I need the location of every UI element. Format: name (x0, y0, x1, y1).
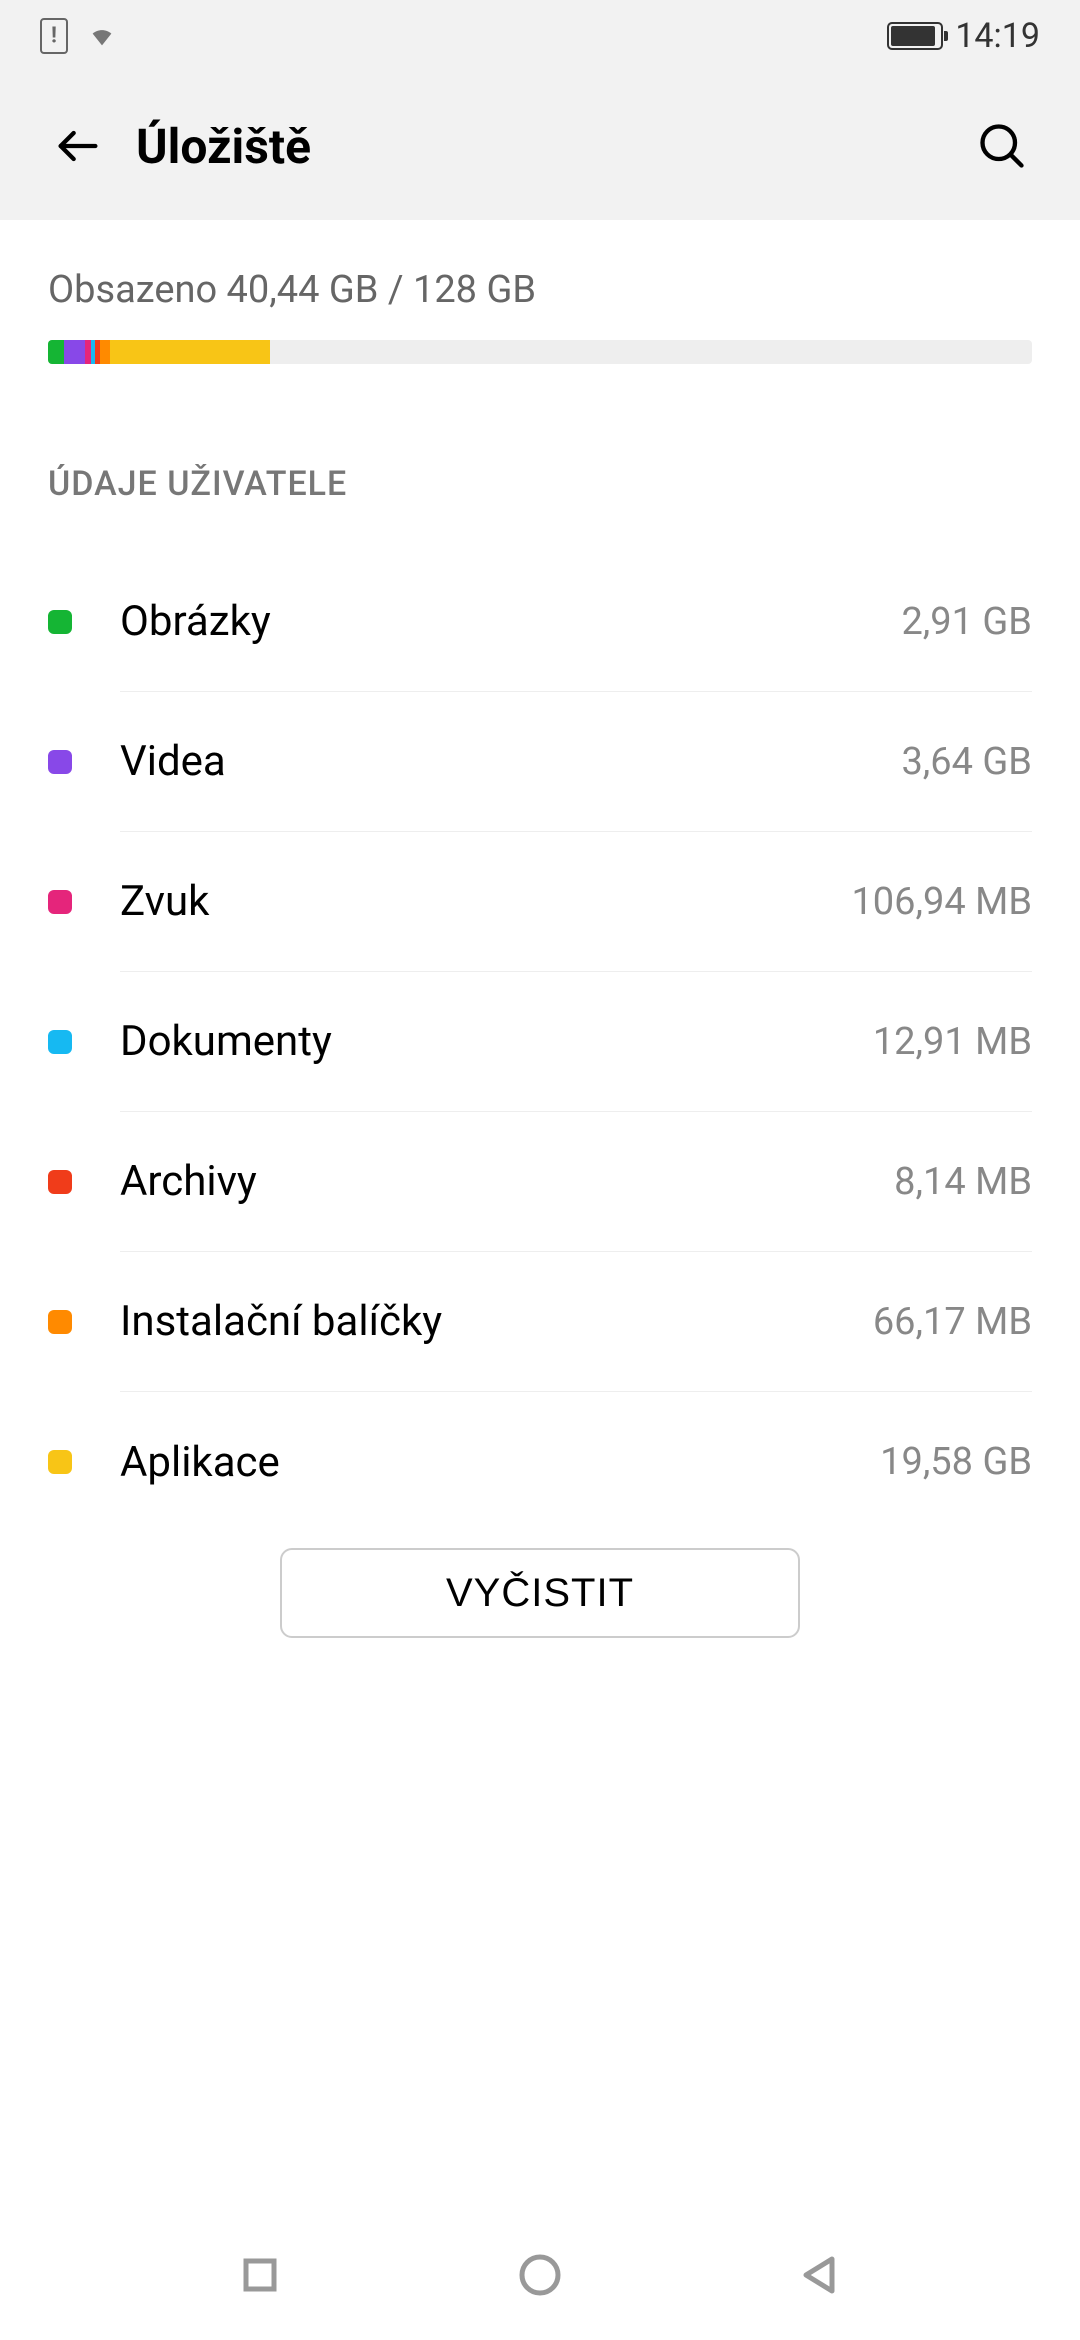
status-right: 14:19 (887, 16, 1040, 56)
progress-segment (64, 340, 86, 364)
item-label: Obrázky (120, 597, 271, 646)
color-indicator-icon (48, 1030, 72, 1054)
page-title: Úložiště (136, 118, 972, 175)
storage-items-list: Obrázky 2,91 GB Videa 3,64 GB Zvuk 106,94 MB D… (48, 552, 1032, 1532)
progress-segment (48, 340, 64, 364)
item-body: Dokumenty 12,91 MB (120, 972, 1032, 1112)
navigation-bar (0, 2210, 1080, 2340)
nav-home-button[interactable] (512, 2247, 568, 2303)
storage-item-row[interactable]: Instalační balíčky 66,17 MB (48, 1252, 1032, 1392)
storage-item-row[interactable]: Dokumenty 12,91 MB (48, 972, 1032, 1112)
status-bar: 14:19 (0, 0, 1080, 72)
storage-item-row[interactable]: Obrázky 2,91 GB (48, 552, 1032, 692)
item-value: 3,64 GB (901, 740, 1032, 784)
item-body: Obrázky 2,91 GB (120, 552, 1032, 692)
color-indicator-icon (48, 1450, 72, 1474)
storage-item-row[interactable]: Archivy 8,14 MB (48, 1112, 1032, 1252)
storage-item-row[interactable]: Aplikace 19,58 GB (48, 1392, 1032, 1532)
item-label: Dokumenty (120, 1017, 332, 1066)
sim-alert-icon (40, 18, 68, 54)
battery-icon (887, 22, 943, 50)
search-button[interactable] (972, 116, 1032, 176)
item-value: 12,91 MB (873, 1020, 1032, 1064)
item-value: 19,58 GB (880, 1440, 1032, 1484)
storage-item-row[interactable]: Zvuk 106,94 MB (48, 832, 1032, 972)
item-label: Archivy (120, 1157, 257, 1206)
progress-segment (100, 340, 110, 364)
storage-item-row[interactable]: Videa 3,64 GB (48, 692, 1032, 832)
color-indicator-icon (48, 890, 72, 914)
storage-usage-text: Obsazeno 40,44 GB / 128 GB (48, 268, 1032, 312)
item-label: Instalační balíčky (120, 1297, 442, 1346)
status-left (40, 18, 120, 54)
wifi-icon (84, 22, 120, 50)
progress-segment (110, 340, 270, 364)
item-body: Zvuk 106,94 MB (120, 832, 1032, 972)
item-value: 8,14 MB (894, 1160, 1032, 1204)
section-header: ÚDAJE UŽIVATELE (48, 464, 1032, 504)
status-time: 14:19 (955, 16, 1040, 56)
item-body: Instalační balíčky 66,17 MB (120, 1252, 1032, 1392)
storage-progress-bar (48, 340, 1032, 364)
item-body: Archivy 8,14 MB (120, 1112, 1032, 1252)
back-button[interactable] (48, 116, 108, 176)
color-indicator-icon (48, 750, 72, 774)
item-body: Videa 3,64 GB (120, 692, 1032, 832)
item-value: 66,17 MB (873, 1300, 1032, 1344)
color-indicator-icon (48, 1310, 72, 1334)
item-body: Aplikace 19,58 GB (120, 1392, 1032, 1532)
item-label: Aplikace (120, 1438, 280, 1487)
clean-button-wrap: VYČISTIT (48, 1548, 1032, 1638)
clean-button[interactable]: VYČISTIT (280, 1548, 800, 1638)
color-indicator-icon (48, 610, 72, 634)
color-indicator-icon (48, 1170, 72, 1194)
item-value: 2,91 GB (901, 600, 1032, 644)
item-value: 106,94 MB (851, 880, 1032, 924)
item-label: Videa (120, 737, 226, 786)
item-label: Zvuk (120, 877, 209, 926)
nav-recent-button[interactable] (232, 2247, 288, 2303)
nav-back-button[interactable] (792, 2247, 848, 2303)
header: Úložiště (0, 72, 1080, 220)
content: Obsazeno 40,44 GB / 128 GB ÚDAJE UŽIVATE… (0, 220, 1080, 1638)
